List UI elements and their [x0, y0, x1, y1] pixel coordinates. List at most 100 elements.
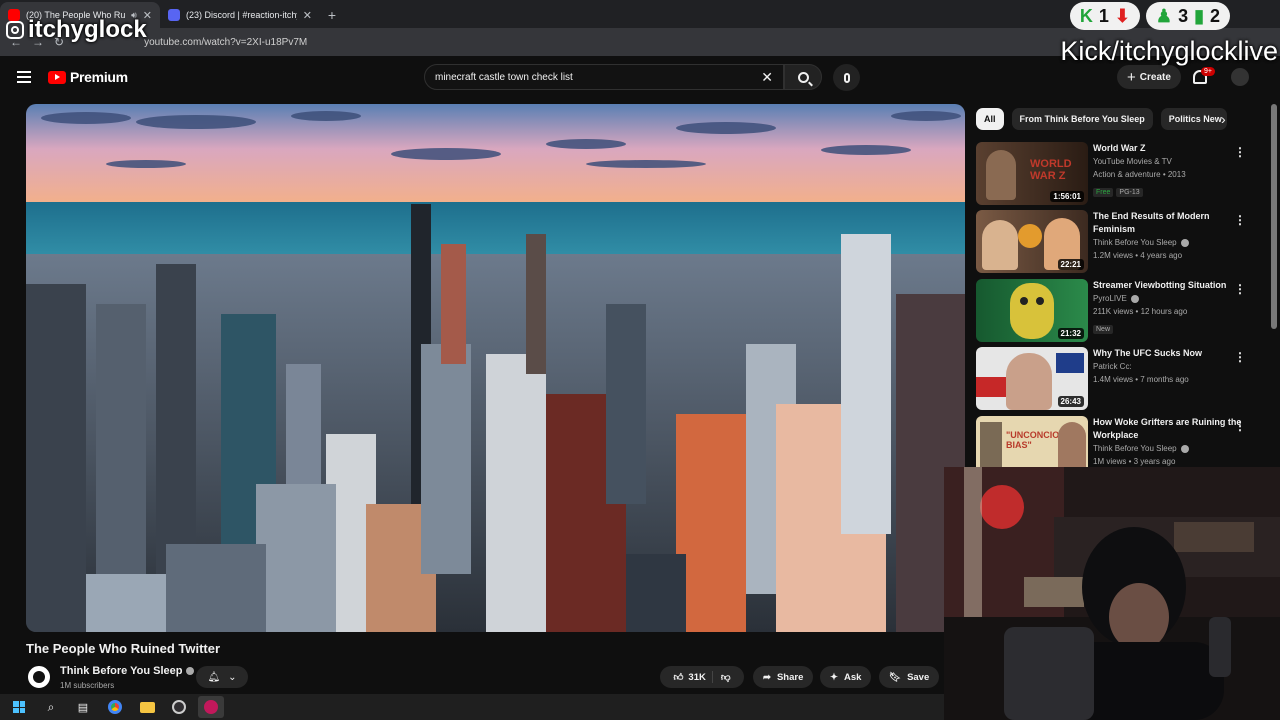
youtube-play-icon: [48, 70, 66, 84]
search-icon: [797, 71, 809, 83]
voice-search-button[interactable]: [833, 64, 860, 91]
chevron-right-icon[interactable]: ›: [1221, 111, 1226, 127]
search-box[interactable]: ✕: [424, 64, 784, 90]
webcam-frame: [944, 467, 1280, 720]
recommendation-item[interactable]: "UNCONCIOUS BIAS" How Woke Grifters are R…: [976, 416, 1276, 468]
bookmark-icon: 🔖︎: [889, 671, 902, 683]
start-button[interactable]: [6, 696, 32, 718]
video-thumbnail[interactable]: 21:32: [976, 279, 1088, 342]
hamburger-menu-icon[interactable]: [17, 71, 31, 83]
stat-pill: ♟ 3 ▮ 2: [1145, 2, 1230, 30]
free-badge: Free: [1093, 188, 1114, 197]
filter-chips: All From Think Before You Sleep Politics…: [976, 108, 1227, 130]
kick-handle: Kick/itchyglocklive: [1060, 36, 1278, 66]
ask-label: Ask: [843, 671, 862, 683]
stat-pill: K 1 ⬇: [1069, 2, 1140, 30]
windows-taskbar: ⌕ ▤: [0, 694, 944, 720]
search-taskbar-icon[interactable]: ⌕: [38, 696, 64, 718]
recommendation-info: Why The UFC Sucks Now Patrick Cc: 1.4M v…: [1093, 347, 1243, 386]
new-tab-button[interactable]: +: [320, 2, 344, 28]
recommendation-channel: Patrick Cc:: [1093, 362, 1132, 371]
save-button[interactable]: 🔖︎ Save: [879, 666, 940, 688]
scrollbar[interactable]: [1271, 104, 1277, 329]
chevron-down-icon: ⌄: [228, 671, 237, 683]
recommendation-item[interactable]: 26:43 Why The UFC Sucks Now Patrick Cc: …: [976, 347, 1276, 411]
bars-icon: ▮: [1194, 5, 1204, 26]
verified-icon: [1180, 238, 1189, 247]
duration-badge: 21:32: [1057, 328, 1084, 339]
more-options-icon[interactable]: ⋮: [1234, 350, 1246, 364]
search-input[interactable]: [435, 71, 762, 83]
app-icon[interactable]: [198, 696, 224, 718]
verified-icon: [1180, 444, 1189, 453]
channel-name-text: Think Before You Sleep: [60, 665, 183, 677]
thumbs-up-icon: 👍︎: [673, 672, 684, 683]
video-frame-skyline: [26, 104, 965, 632]
share-button[interactable]: ➦ Share: [753, 666, 814, 688]
duration-badge: 1:56:01: [1050, 191, 1084, 202]
recommendation-item[interactable]: WORLD WAR Z 1:56:01 World War Z YouTube …: [976, 142, 1276, 206]
chrome-icon[interactable]: [102, 696, 128, 718]
recommendation-title: The End Results of Modern Feminism: [1093, 211, 1210, 234]
account-avatar[interactable]: [1231, 68, 1249, 86]
video-thumbnail[interactable]: 22:21: [976, 210, 1088, 273]
recommendation-channel: YouTube Movies & TV: [1093, 157, 1172, 166]
chip-politics[interactable]: Politics New: [1160, 108, 1227, 130]
tab-title: (23) Discord | #reaction-itchy |: [186, 10, 297, 20]
close-tab-icon[interactable]: ✕: [303, 9, 312, 22]
instagram-overlay: itchyglock: [6, 16, 147, 44]
new-badge: New: [1093, 325, 1114, 334]
notification-badge: 9+: [1201, 67, 1215, 76]
video-thumbnail[interactable]: WORLD WAR Z 1:56:01: [976, 142, 1088, 205]
search-button[interactable]: [784, 64, 822, 90]
channel-avatar[interactable]: [26, 664, 52, 690]
stream-stats: K 1 ⬇ ♟ 3 ▮ 2: [1069, 2, 1230, 30]
video-thumbnail[interactable]: "UNCONCIOUS BIAS": [976, 416, 1088, 468]
more-options-icon[interactable]: ⋮: [1234, 282, 1246, 296]
recommendation-title: Streamer Viewbotting Situation: [1093, 280, 1227, 290]
kick-k-icon: K: [1079, 5, 1093, 26]
rating-badge: PG-13: [1116, 188, 1143, 197]
recommendation-channel: Think Before You Sleep: [1093, 442, 1243, 455]
save-label: Save: [907, 671, 930, 683]
recommendation-title: Why The UFC Sucks Now: [1093, 348, 1203, 358]
bell-icon: 🔔︎: [207, 671, 221, 683]
stat-value: 1: [1098, 5, 1109, 26]
like-button[interactable]: 👍︎ 31K: [673, 671, 705, 684]
recommendation-item[interactable]: 21:32 Streamer Viewbotting Situation Pyr…: [976, 279, 1276, 343]
dislike-button[interactable]: 👎︎: [711, 671, 731, 683]
video-thumbnail[interactable]: 26:43: [976, 347, 1088, 410]
ask-button[interactable]: ✦ Ask: [820, 666, 872, 688]
youtube-premium-logo[interactable]: Premium: [48, 69, 128, 85]
microphone-icon: [843, 72, 850, 83]
browser-tab-discord[interactable]: (23) Discord | #reaction-itchy | ✕: [160, 2, 320, 28]
more-options-icon[interactable]: ⋮: [1234, 419, 1246, 433]
like-dislike-group: 👍︎ 31K 👎︎: [660, 666, 744, 688]
recommendation-title: How Woke Grifters are Ruining the Workpl…: [1093, 417, 1242, 440]
url-field[interactable]: youtube.com/watch?v=2XI-u18Pv7M: [144, 37, 307, 48]
recommendation-item[interactable]: 22:21 The End Results of Modern Feminism…: [976, 210, 1276, 274]
plus-icon: +: [1127, 68, 1136, 86]
arrow-down-icon: ⬇: [1114, 5, 1130, 26]
share-icon: ➦: [763, 671, 771, 683]
file-explorer-icon[interactable]: [134, 696, 160, 718]
channel-name[interactable]: Think Before You Sleep: [60, 665, 195, 677]
chip-all[interactable]: All: [976, 108, 1004, 130]
obs-icon[interactable]: [166, 696, 192, 718]
chip-from-channel[interactable]: From Think Before You Sleep: [1011, 108, 1153, 130]
stat-value: 2: [1209, 5, 1220, 26]
share-label: Share: [776, 671, 804, 683]
windows-logo-icon: [13, 701, 25, 713]
more-options-icon[interactable]: ⋮: [1234, 145, 1246, 159]
video-player[interactable]: [26, 104, 965, 632]
recommendation-info: The End Results of Modern Feminism Think…: [1093, 210, 1243, 262]
channel-text: PyroLIVE: [1093, 294, 1127, 303]
subscription-notifications-button[interactable]: 🔔︎ ⌄: [196, 666, 248, 688]
more-options-icon[interactable]: ⋮: [1234, 213, 1246, 227]
recommendation-info: Streamer Viewbotting Situation PyroLIVE …: [1093, 279, 1243, 336]
create-button[interactable]: + Create: [1117, 65, 1181, 89]
task-view-icon[interactable]: ▤: [70, 696, 96, 718]
clear-search-icon[interactable]: ✕: [761, 69, 773, 86]
recommendation-info: World War Z YouTube Movies & TV Action &…: [1093, 142, 1243, 199]
recommendation-title: World War Z: [1093, 143, 1146, 153]
